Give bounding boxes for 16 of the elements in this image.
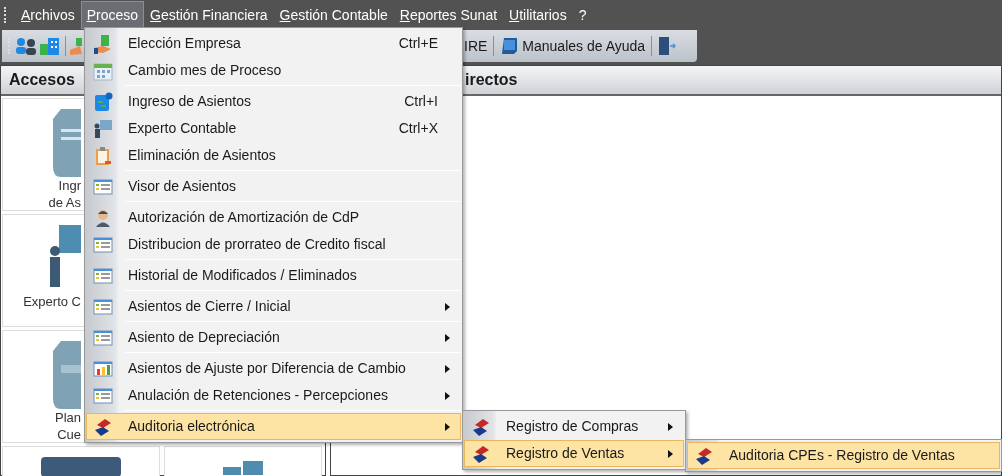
menu-bar-item[interactable]: ? (572, 1, 593, 29)
menu-bar-item[interactable]: Reportes Sunat (393, 1, 504, 29)
menu-bar-item[interactable]: Gestión Contable (273, 1, 394, 29)
menu-item[interactable]: Elección Empresa Ctrl+E (86, 30, 461, 57)
card-label: Ingr de As (47, 177, 81, 211)
card-label: Experto C (22, 293, 81, 310)
manuals-button[interactable]: Manuales de Ayuda (497, 33, 649, 59)
menu-bar-item[interactable]: Gestión Financiera (144, 1, 274, 29)
menu-item[interactable]: Auditoria CPEs - Registro de Ventas (687, 442, 1000, 469)
card-label: Plan Cue (53, 409, 81, 443)
menu-bar-item[interactable]: Archivos (15, 1, 81, 29)
menu-bar-item[interactable]: Utilitarios (503, 1, 573, 29)
menu-item[interactable]: Registro de Compras (464, 413, 684, 440)
menu-bar-item[interactable]: Proceso (80, 1, 145, 29)
toolbar-button[interactable]: IRE (461, 33, 491, 59)
menu-item[interactable]: Registro de Ventas (464, 440, 684, 467)
